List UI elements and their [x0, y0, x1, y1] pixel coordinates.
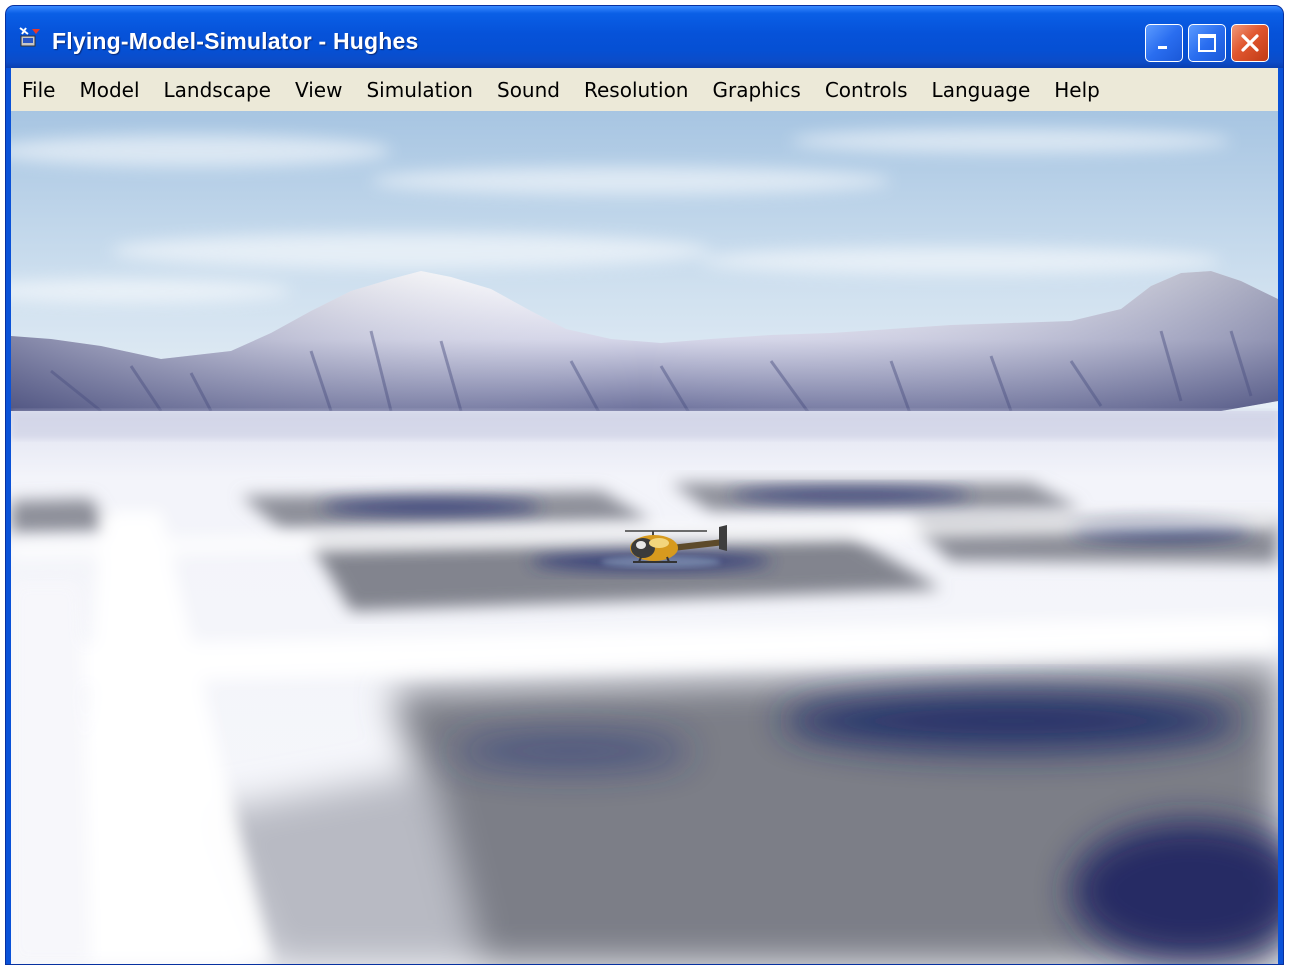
- window-title: Flying-Model-Simulator - Hughes: [52, 28, 419, 54]
- scene-render: [11, 111, 1278, 964]
- menu-bar: File Model Landscape View Simulation Sou…: [11, 68, 1278, 111]
- menu-language[interactable]: Language: [920, 78, 1043, 102]
- simulation-viewport[interactable]: [11, 111, 1278, 964]
- menu-landscape[interactable]: Landscape: [152, 78, 283, 102]
- menu-sound[interactable]: Sound: [485, 78, 572, 102]
- menu-help[interactable]: Help: [1042, 78, 1112, 102]
- menu-model[interactable]: Model: [67, 78, 151, 102]
- menu-simulation[interactable]: Simulation: [354, 78, 485, 102]
- app-window: Flying-Model-Simulator - Hughes File Mod…: [6, 6, 1283, 964]
- minimize-icon: [1158, 46, 1167, 49]
- menu-graphics[interactable]: Graphics: [701, 78, 813, 102]
- menu-controls[interactable]: Controls: [813, 78, 920, 102]
- close-button[interactable]: [1231, 24, 1269, 62]
- menu-view[interactable]: View: [283, 78, 354, 102]
- menu-file[interactable]: File: [14, 78, 67, 102]
- maximize-icon: [1198, 34, 1216, 52]
- maximize-button[interactable]: [1188, 24, 1226, 62]
- close-icon: [1241, 34, 1259, 52]
- minimize-button[interactable]: [1145, 24, 1183, 62]
- menu-resolution[interactable]: Resolution: [572, 78, 701, 102]
- title-bar[interactable]: Flying-Model-Simulator - Hughes: [6, 6, 1283, 68]
- app-icon[interactable]: [18, 26, 42, 50]
